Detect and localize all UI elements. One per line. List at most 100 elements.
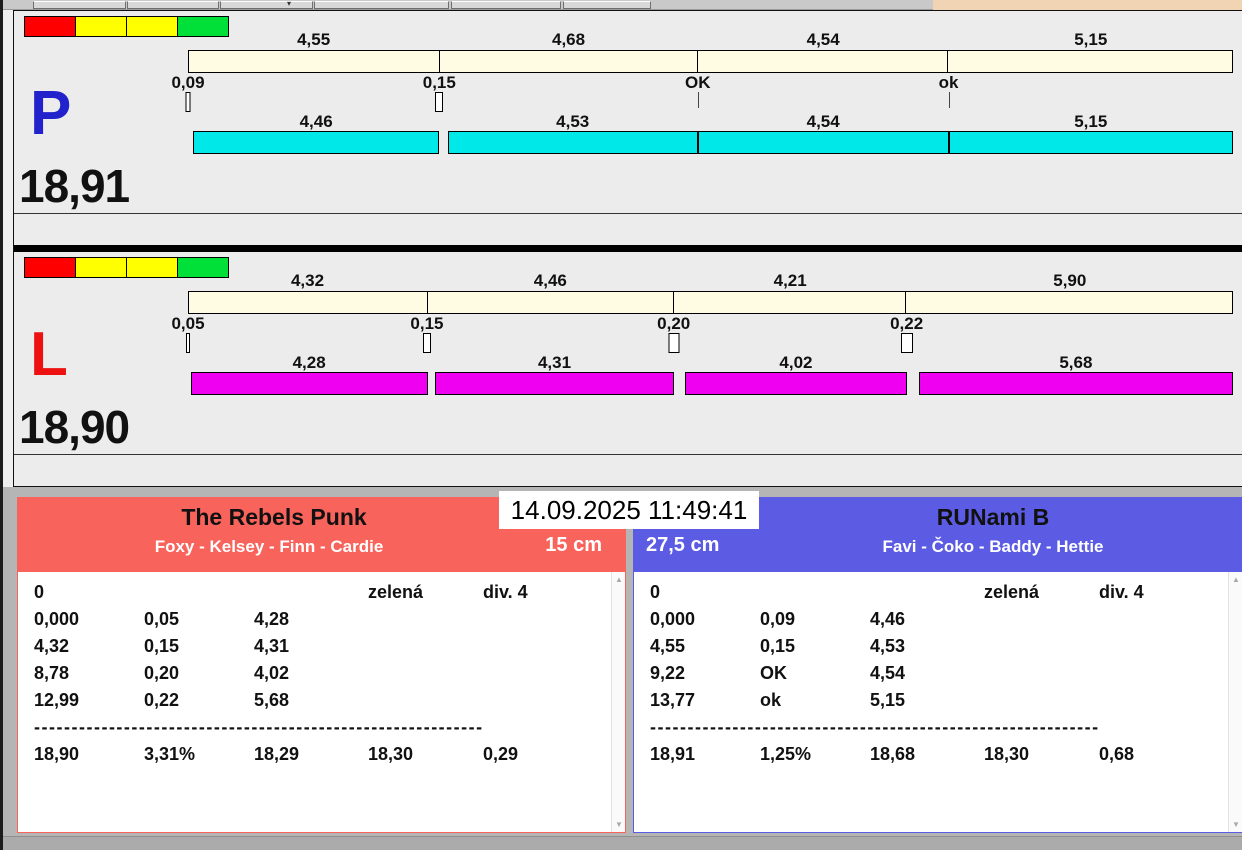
exchange-label: 0,22 — [890, 314, 924, 333]
top-bar — [188, 50, 1233, 73]
table-cell: div. 4 — [1099, 582, 1144, 602]
height-class-badge: 15 cm — [545, 534, 602, 556]
results-text[interactable]: 0 zelená div. 4 0,000 0,09 4,46 4,55 0,15 4,53 9,… — [633, 571, 1242, 833]
results-text[interactable]: 0 zelená div. 4 0,000 0,05 4,28 4,32 0,15 4,31 8,… — [17, 571, 626, 833]
table-cell: 4,53 — [870, 636, 906, 656]
table-cell: 9,22 — [650, 663, 686, 683]
table-cell: OK — [760, 663, 787, 683]
lane-divider — [14, 245, 1242, 252]
actual-split-segment — [697, 131, 949, 154]
lanes-frame: P 4,55 4,68 4,54 5,15 0,09 0,15 OK ok 4,46 4,53… — [13, 10, 1242, 487]
table-row: 12,99 0,22 5,68 — [34, 687, 625, 714]
bottom-bar — [188, 372, 1233, 395]
split-time-label: 4,21 — [773, 271, 807, 290]
table-cell: 18,30 — [984, 744, 1030, 764]
table-cell: 18,30 — [368, 744, 414, 764]
table-cell — [144, 579, 254, 606]
split-time-label: 5,15 — [1074, 30, 1108, 49]
table-cell: div. 4 — [483, 582, 528, 602]
table-cell — [1099, 660, 1242, 687]
table-cell: 0,09 — [760, 609, 796, 629]
split-time-label: 5,68 — [1059, 353, 1093, 372]
table-cell — [984, 660, 1099, 687]
lane-letter: L — [30, 320, 68, 389]
traffic-light — [75, 257, 127, 278]
split-time-label: 4,28 — [292, 353, 326, 372]
table-cell: 0,15 — [144, 636, 180, 656]
traffic-light — [126, 16, 178, 37]
actual-split-segment — [447, 131, 698, 154]
table-row: ----------------------------------------… — [650, 717, 1100, 737]
table-row: 0 zelená div. 4 — [34, 579, 625, 606]
plan-split-segment — [948, 51, 1232, 72]
exchange-ok-tick — [948, 92, 950, 108]
table-cell — [483, 606, 625, 633]
scroll-down-icon[interactable]: ▼ — [614, 820, 624, 829]
table-cell — [483, 687, 625, 714]
table-cell: 0,20 — [144, 663, 180, 683]
table-cell: 5,68 — [254, 690, 290, 710]
table-cell — [254, 579, 368, 606]
marker-row — [186, 333, 1233, 353]
actual-split-segment — [684, 372, 908, 395]
scroll-up-icon[interactable]: ▲ — [1231, 575, 1241, 584]
table-cell — [368, 660, 483, 687]
scroll-down-icon[interactable]: ▼ — [1231, 820, 1241, 829]
results-region: The Rebels Punk Foxy - Kelsey - Finn - C… — [3, 487, 1242, 836]
table-row: 8,78 0,20 4,02 — [34, 660, 625, 687]
table-row: 18,91 1,25% 18,68 18,30 0,68 — [650, 741, 1242, 768]
table-cell: 4,54 — [870, 663, 906, 683]
strip-button[interactable] — [563, 1, 651, 9]
exchange-gap-marker — [668, 333, 680, 353]
table-cell: 8,78 — [34, 663, 70, 683]
scrollbar[interactable]: ▲ ▼ — [611, 572, 625, 832]
table-row: 0,000 0,05 4,28 — [34, 606, 625, 633]
height-class-badge: 27,5 cm — [646, 534, 720, 556]
section-rule — [14, 454, 1242, 455]
actual-split-segment — [435, 372, 674, 395]
table-cell: 18,90 — [34, 744, 80, 764]
scrollbar[interactable]: ▲ ▼ — [1228, 572, 1242, 832]
table-cell — [1099, 606, 1242, 633]
exchange-label: 0,15 — [410, 314, 444, 333]
plan-split-segment — [440, 51, 698, 72]
table-cell: 4,31 — [254, 636, 290, 656]
plan-split-segment — [189, 292, 428, 313]
table-cell: 13,77 — [650, 690, 696, 710]
bottom-status-strip — [3, 836, 1242, 850]
strip-button[interactable] — [314, 1, 449, 9]
table-cell: 18,68 — [870, 744, 916, 764]
table-cell: 4,02 — [254, 663, 290, 683]
table-cell: 0,15 — [760, 636, 796, 656]
split-time-label: 4,68 — [552, 30, 586, 49]
strip-button[interactable] — [127, 1, 219, 9]
plan-split-segment — [428, 292, 674, 313]
table-row: 13,77 ok 5,15 — [650, 687, 1242, 714]
strip-button[interactable] — [220, 1, 313, 9]
plan-split-segment — [698, 51, 949, 72]
scroll-up-icon[interactable]: ▲ — [614, 575, 624, 584]
exchange-label: 0,05 — [171, 314, 205, 333]
traffic-light — [75, 16, 127, 37]
exchange-label: 0,15 — [422, 73, 456, 92]
bottom-bar-labels: 4,46 4,53 4,54 5,15 — [188, 112, 1233, 131]
team-members: Foxy - Kelsey - Finn - Cardie — [154, 537, 384, 556]
table-row: 9,22 OK 4,54 — [650, 660, 1242, 687]
table-cell — [368, 687, 483, 714]
lane-total-time: 18,90 — [19, 401, 130, 453]
exchange-gap-marker — [186, 333, 190, 353]
actual-split-segment — [918, 372, 1233, 395]
split-time-label: 4,46 — [533, 271, 567, 290]
table-cell: ok — [760, 690, 782, 710]
table-cell — [368, 633, 483, 660]
strip-button[interactable] — [451, 1, 561, 9]
table-row: 0 zelená div. 4 — [650, 579, 1242, 606]
table-row: 18,90 3,31% 18,29 18,30 0,29 — [34, 741, 625, 768]
strip-button[interactable] — [33, 1, 126, 9]
lane-total-time: 18,91 — [19, 160, 130, 212]
table-cell: 0,68 — [1099, 744, 1135, 764]
table-cell: zelená — [368, 582, 424, 602]
actual-split-segment — [948, 131, 1233, 154]
split-time-label: 4,53 — [556, 112, 590, 131]
bottom-bar — [188, 131, 1233, 154]
